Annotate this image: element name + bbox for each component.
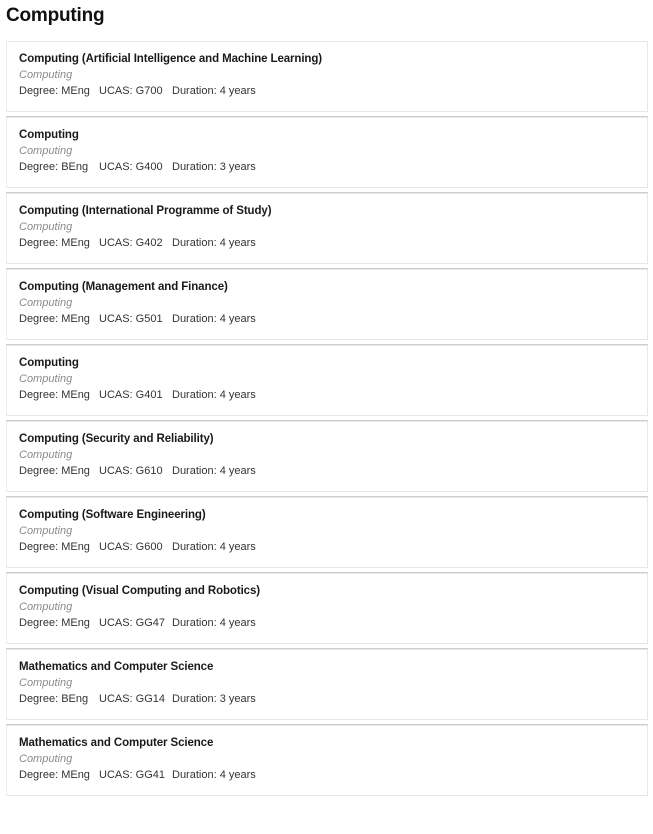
course-duration: Duration: 3 years (172, 161, 256, 173)
course-department: Computing (19, 449, 73, 461)
course-ucas-code: UCAS: GG41 (99, 769, 166, 781)
course-meta-row: Degree: MEng UCAS: G501 Duration: 4 years (19, 312, 635, 327)
course-card[interactable]: Mathematics and Computer Science Computin… (6, 725, 648, 796)
course-degree: Degree: BEng (19, 693, 89, 705)
course-title[interactable]: Computing (Security and Reliability) (19, 432, 635, 447)
course-department: Computing (19, 373, 73, 385)
course-title[interactable]: Computing (Management and Finance) (19, 280, 635, 295)
course-title[interactable]: Mathematics and Computer Science (19, 736, 635, 751)
course-card[interactable]: Computing Computing Degree: BEng UCAS: G400… (6, 117, 648, 188)
course-degree: Degree: MEng (19, 85, 90, 97)
course-card[interactable]: Computing Computing Degree: MEng UCAS: G401… (6, 345, 648, 416)
course-title[interactable]: Computing (Visual Computing and Robotics… (19, 584, 635, 599)
course-title[interactable]: Computing (19, 128, 635, 143)
course-department: Computing (19, 525, 73, 537)
course-duration: Duration: 4 years (172, 237, 256, 249)
course-degree: Degree: MEng (19, 237, 90, 249)
course-duration: Duration: 4 years (172, 541, 256, 553)
course-meta-row: Degree: MEng UCAS: G700 Duration: 4 years (19, 84, 635, 99)
course-title[interactable]: Computing (19, 356, 635, 371)
course-card[interactable]: Mathematics and Computer Science Computin… (6, 649, 648, 720)
course-department: Computing (19, 297, 73, 309)
course-card[interactable]: Computing (International Programme of St… (6, 193, 648, 264)
course-card[interactable]: Computing (Visual Computing and Robotics… (6, 573, 648, 644)
course-meta-row: Degree: MEng UCAS: G610 Duration: 4 years (19, 464, 635, 479)
page-title: Computing (6, 5, 105, 26)
course-department: Computing (19, 677, 73, 689)
course-department: Computing (19, 145, 73, 157)
course-meta-row: Degree: MEng UCAS: G402 Duration: 4 years (19, 236, 635, 251)
course-title[interactable]: Computing (Artificial Intelligence and M… (19, 52, 635, 67)
course-department: Computing (19, 753, 73, 765)
course-department: Computing (19, 221, 73, 233)
header-spacer (0, 28, 653, 41)
course-card[interactable]: Computing (Artificial Intelligence and M… (6, 41, 648, 112)
course-card[interactable]: Computing (Security and Reliability) Comp… (6, 421, 648, 492)
course-list: Computing (Artificial Intelligence and M… (0, 41, 653, 796)
course-listing-page: Computing Computing (Artificial Intellig… (0, 0, 653, 796)
course-degree: Degree: MEng (19, 389, 90, 401)
course-card[interactable]: Computing (Software Engineering) Computin… (6, 497, 648, 568)
course-degree: Degree: MEng (19, 769, 90, 781)
course-degree: Degree: MEng (19, 313, 90, 325)
course-ucas-code: UCAS: G402 (99, 237, 163, 249)
course-duration: Duration: 4 years (172, 85, 256, 97)
course-ucas-code: UCAS: G600 (99, 541, 163, 553)
course-duration: Duration: 4 years (172, 465, 256, 477)
course-meta-row: Degree: MEng UCAS: G401 Duration: 4 years (19, 388, 635, 403)
course-meta-row: Degree: MEng UCAS: G600 Duration: 4 years (19, 540, 635, 555)
course-meta-row: Degree: BEng UCAS: GG14 Duration: 3 years (19, 692, 635, 707)
course-duration: Duration: 4 years (172, 389, 256, 401)
course-duration: Duration: 4 years (172, 769, 256, 781)
course-degree: Degree: MEng (19, 617, 90, 629)
course-ucas-code: UCAS: G501 (99, 313, 163, 325)
course-title[interactable]: Computing (Software Engineering) (19, 508, 635, 523)
course-meta-row: Degree: BEng UCAS: G400 Duration: 3 years (19, 160, 635, 175)
course-ucas-code: UCAS: G401 (99, 389, 163, 401)
course-title[interactable]: Mathematics and Computer Science (19, 660, 635, 675)
course-meta-row: Degree: MEng UCAS: GG41 Duration: 4 years (19, 768, 635, 783)
course-degree: Degree: BEng (19, 161, 89, 173)
course-title[interactable]: Computing (International Programme of St… (19, 204, 635, 219)
course-ucas-code: UCAS: GG47 (99, 617, 166, 629)
course-department: Computing (19, 69, 73, 81)
course-ucas-code: UCAS: GG14 (99, 693, 166, 705)
course-department: Computing (19, 601, 73, 613)
course-ucas-code: UCAS: G610 (99, 465, 163, 477)
course-ucas-code: UCAS: G400 (99, 161, 163, 173)
course-duration: Duration: 3 years (172, 693, 256, 705)
course-degree: Degree: MEng (19, 541, 90, 553)
course-meta-row: Degree: MEng UCAS: GG47 Duration: 4 years (19, 616, 635, 631)
course-duration: Duration: 4 years (172, 617, 256, 629)
course-degree: Degree: MEng (19, 465, 90, 477)
course-ucas-code: UCAS: G700 (99, 85, 163, 97)
course-duration: Duration: 4 years (172, 313, 256, 325)
course-card[interactable]: Computing (Management and Finance) Comput… (6, 269, 648, 340)
